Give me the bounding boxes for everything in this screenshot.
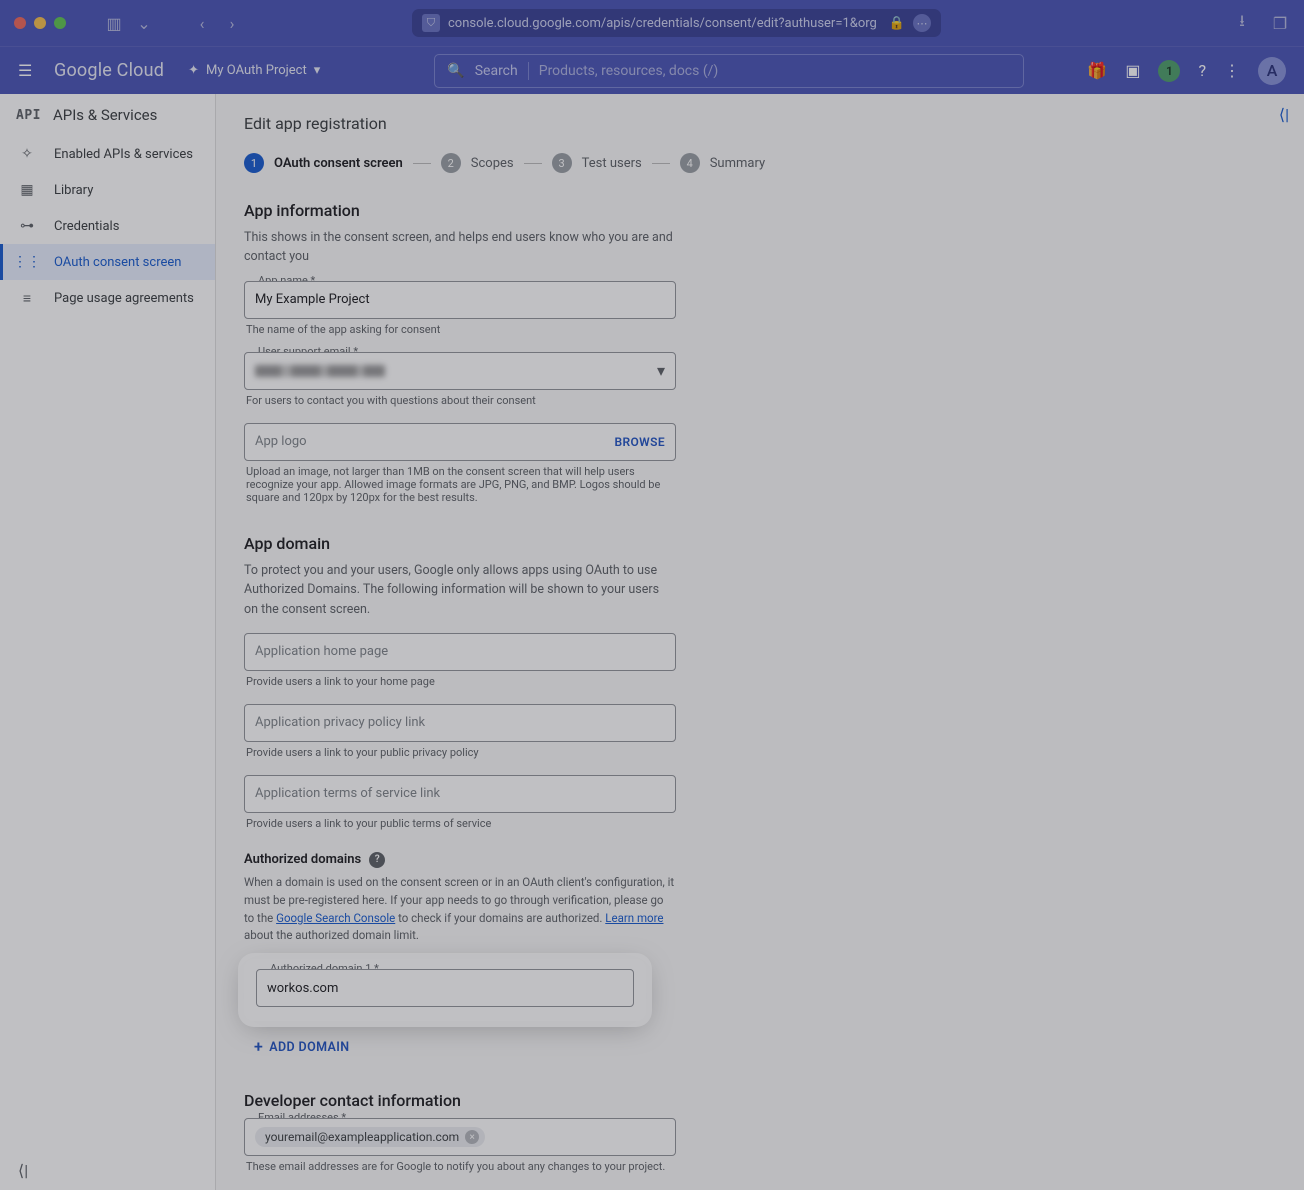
url-text: console.cloud.google.com/apis/credential… <box>448 16 877 31</box>
project-name: My OAuth Project <box>206 63 307 78</box>
chevron-down-icon: ▾ <box>314 63 321 78</box>
avatar[interactable]: A <box>1258 57 1286 85</box>
learn-more-link[interactable]: Learn more <box>605 911 663 925</box>
page-title: Edit app registration <box>216 94 1081 147</box>
maximize-window-icon[interactable] <box>54 17 66 29</box>
info-panel-toggle-icon[interactable]: ⟨| <box>1264 94 1304 134</box>
library-icon: ▦ <box>18 182 36 198</box>
lock-icon: 🔒 <box>889 16 905 31</box>
google-search-console-link[interactable]: Google Search Console <box>276 911 395 925</box>
email-addresses-helper: These email addresses are for Google to … <box>246 1160 674 1173</box>
privacy-link-helper: Provide users a link to your public priv… <box>246 746 674 759</box>
tabs-icon[interactable]: ❐ <box>1270 13 1290 33</box>
notifications-badge[interactable]: 1 <box>1158 60 1180 82</box>
app-home-page-input[interactable]: Application home page <box>244 633 676 671</box>
support-email-value-redacted <box>255 365 385 377</box>
key-icon: ⊶ <box>18 218 36 234</box>
agreements-icon: ≡ <box>18 290 36 307</box>
step-1-label[interactable]: OAuth consent screen <box>274 156 403 171</box>
api-logo-icon: API <box>16 108 41 123</box>
browse-button[interactable]: BROWSE <box>614 435 665 449</box>
stepper: 1 OAuth consent screen 2 Scopes 3 Test u… <box>216 147 1081 195</box>
app-logo-placeholder: App logo <box>255 434 307 449</box>
authorized-domain-1-input[interactable] <box>267 981 623 996</box>
privacy-link-input[interactable]: Application privacy policy link <box>244 704 676 742</box>
sidebar-item-oauth-consent[interactable]: ⋮⋮OAuth consent screen <box>0 244 215 280</box>
dev-contact-heading: Developer contact information <box>244 1091 676 1110</box>
project-picker[interactable]: ✦ My OAuth Project ▾ <box>180 59 328 82</box>
sidebar-item-page-usage[interactable]: ≡Page usage agreements <box>0 280 215 317</box>
app-logo-field: App logo BROWSE <box>244 423 676 461</box>
sidebar-section-label: APIs & Services <box>53 106 157 124</box>
plus-icon: + <box>254 1039 263 1055</box>
authorized-domain-1-highlight: Authorized domain 1 * <box>244 959 646 1021</box>
search-icon: 🔍 <box>447 63 464 79</box>
section-app-information: App information This shows in the consen… <box>244 201 676 504</box>
step-4-label[interactable]: Summary <box>710 156 765 171</box>
step-2-label[interactable]: Scopes <box>471 156 514 171</box>
email-addresses-input[interactable]: youremail@exampleapplication.com × <box>244 1118 676 1156</box>
app-domain-heading: App domain <box>244 534 676 553</box>
collapse-sidebar-icon[interactable]: ⟨| <box>0 1151 215 1190</box>
sidebar: API APIs & Services ✧Enabled APIs & serv… <box>0 94 216 1190</box>
app-info-desc: This shows in the consent screen, and he… <box>244 228 676 267</box>
download-icon[interactable]: ⭳ <box>1232 13 1252 33</box>
more-icon[interactable]: ⋯ <box>913 14 931 32</box>
email-chip: youremail@exampleapplication.com × <box>255 1127 485 1147</box>
project-icon: ✦ <box>188 63 199 78</box>
gift-icon[interactable]: 🎁 <box>1087 61 1107 80</box>
app-home-page-helper: Provide users a link to your home page <box>246 675 674 688</box>
kebab-icon[interactable]: ⋮ <box>1224 61 1240 80</box>
sidebar-item-library[interactable]: ▦Library <box>0 172 215 208</box>
help-icon[interactable]: ? <box>1198 61 1206 80</box>
search-bar[interactable]: 🔍 Search Products, resources, docs (/) <box>434 54 1024 88</box>
window-controls <box>14 17 66 29</box>
app-logo-helper: Upload an image, not larger than 1MB on … <box>246 465 674 504</box>
support-email-field: User support email * ▾ <box>244 352 676 390</box>
menu-icon[interactable]: ☰ <box>18 61 38 80</box>
step-3-label[interactable]: Test users <box>582 156 642 171</box>
sidebar-item-enabled-apis[interactable]: ✧Enabled APIs & services <box>0 136 215 172</box>
chevron-down-icon[interactable]: ⌄ <box>134 13 154 33</box>
authorized-domains-desc: When a domain is used on the consent scr… <box>244 874 676 945</box>
tos-link-helper: Provide users a link to your public term… <box>246 817 674 830</box>
close-window-icon[interactable] <box>14 17 26 29</box>
forward-icon[interactable]: › <box>222 13 242 33</box>
step-4-number[interactable]: 4 <box>680 153 700 173</box>
app-name-input[interactable] <box>255 292 665 307</box>
step-3-number[interactable]: 3 <box>552 153 572 173</box>
main-panel: ⟨| Edit app registration 1 OAuth consent… <box>216 94 1304 1190</box>
consent-icon: ⋮⋮ <box>18 254 36 270</box>
section-app-domain: App domain To protect you and your users… <box>244 534 676 1061</box>
remove-chip-icon[interactable]: × <box>465 1130 479 1144</box>
browser-chrome: ▥ ⌄ ‹ › ⛉ console.cloud.google.com/apis/… <box>0 0 1304 46</box>
site-settings-icon[interactable]: ⛉ <box>422 14 440 32</box>
search-label: Search <box>475 63 518 79</box>
chevron-down-icon: ▾ <box>657 361 665 380</box>
sidebar-toggle-icon[interactable]: ▥ <box>104 13 124 33</box>
gcp-header: ☰ Google Cloud ✦ My OAuth Project ▾ 🔍 Se… <box>0 46 1304 94</box>
minimize-window-icon[interactable] <box>34 17 46 29</box>
help-icon[interactable]: ? <box>369 852 385 868</box>
app-domain-desc: To protect you and your users, Google on… <box>244 561 676 619</box>
step-1-number[interactable]: 1 <box>244 153 264 173</box>
cloud-shell-icon[interactable]: ▣ <box>1125 61 1140 80</box>
url-bar[interactable]: ⛉ console.cloud.google.com/apis/credenti… <box>412 9 941 37</box>
enabled-apis-icon: ✧ <box>18 146 36 162</box>
search-placeholder: Products, resources, docs (/) <box>539 63 719 79</box>
app-name-helper: The name of the app asking for consent <box>246 323 674 336</box>
sidebar-item-credentials[interactable]: ⊶Credentials <box>0 208 215 244</box>
add-domain-button[interactable]: +ADD DOMAIN <box>244 1033 360 1061</box>
authorized-domains-heading: Authorized domains? <box>244 852 676 868</box>
support-email-helper: For users to contact you with questions … <box>246 394 674 407</box>
step-2-number[interactable]: 2 <box>441 153 461 173</box>
app-info-heading: App information <box>244 201 676 220</box>
tos-link-input[interactable]: Application terms of service link <box>244 775 676 813</box>
gcp-logo[interactable]: Google Cloud <box>54 60 164 81</box>
sidebar-heading[interactable]: API APIs & Services <box>0 94 215 136</box>
back-icon[interactable]: ‹ <box>192 13 212 33</box>
app-name-field: App name * <box>244 281 676 319</box>
section-developer-contact: Developer contact information Email addr… <box>244 1091 676 1190</box>
support-email-select[interactable]: ▾ <box>244 352 676 390</box>
